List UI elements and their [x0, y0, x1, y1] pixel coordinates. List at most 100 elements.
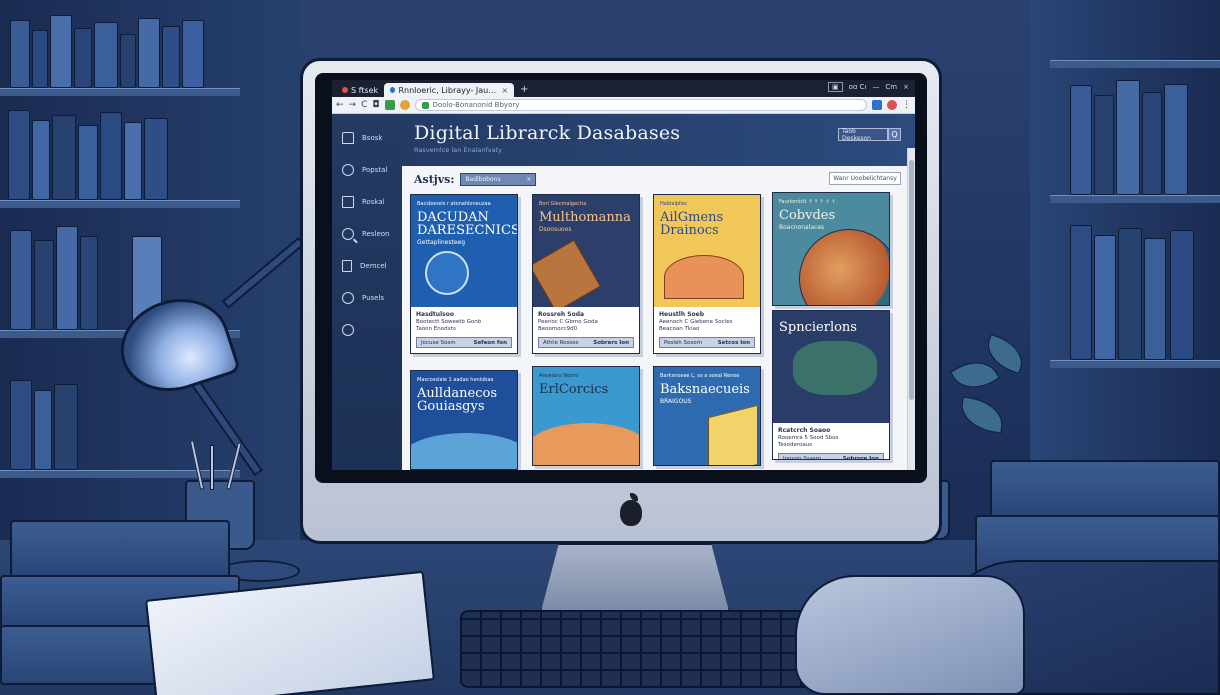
- page-subtitle: Rasvemlce lan Enalanfvaty: [414, 146, 502, 154]
- shelf: [0, 200, 240, 208]
- sidebar-item-research[interactable]: Resleon: [332, 218, 402, 250]
- help-icon: [342, 324, 354, 336]
- database-card[interactable]: Hablalpllsc AilGmens Drainocs Heustlh Soeb…: [653, 194, 761, 354]
- card-kicker: Faurlomiclt ↑ ↑ ↑ ↑ ↑: [779, 199, 836, 205]
- tab-inactive[interactable]: S ftsek: [336, 83, 384, 97]
- card-action-bar[interactable]: Jooyon Ssasm Sohrore Ion: [778, 453, 884, 460]
- book: [10, 20, 30, 88]
- new-tab-button[interactable]: +: [520, 84, 528, 95]
- tab-label: Rnnloeric, Librayy- Jaumbecsc: [398, 85, 498, 95]
- world-map-art: [793, 341, 877, 395]
- database-card[interactable]: Mascosslale 1 aadao heniobaa Aulldanecos …: [410, 370, 518, 470]
- user-hand: [795, 575, 1025, 695]
- minimize-button[interactable]: —: [872, 83, 879, 91]
- book: [1144, 238, 1166, 360]
- window-extra-icon[interactable]: ▣: [827, 82, 843, 92]
- page-content: Bsosk Popstal Roskal Resleon Demcel Puse…: [332, 114, 915, 470]
- window-menu-label[interactable]: Cm: [885, 83, 897, 91]
- book: [1170, 230, 1194, 360]
- sidebar-item-books[interactable]: Bsosk: [332, 122, 402, 154]
- card-action-bar[interactable]: Pesleh Sosom Setcos Ion: [659, 337, 755, 348]
- sidebar-item-history[interactable]: Pusels: [332, 282, 402, 314]
- search-input[interactable]: Taob Deskeson: [838, 128, 888, 142]
- reload-button[interactable]: C: [361, 100, 367, 110]
- card-cover: Spncierlons: [773, 311, 889, 423]
- tab-active[interactable]: Rnnloeric, Librayy- Jaumbecsc ×: [384, 83, 515, 97]
- card-open-button[interactable]: Sobrers Ion: [593, 340, 629, 346]
- card-access-link[interactable]: Pesleh Sosom: [664, 340, 702, 346]
- book: [10, 230, 32, 330]
- extension-icon[interactable]: [384, 100, 395, 110]
- database-card[interactable]: Spncierlons Rcatcrch Soaoo Rooemra 5 Sood …: [772, 310, 890, 460]
- card-meta-title: Heustlh Soeb: [659, 311, 705, 318]
- card-meta: Heustlh Soeb Aeenoch C Giebene Socles Beac…: [654, 307, 760, 337]
- card-meta-line: Taoon Enodxts: [416, 326, 456, 332]
- card-access-link[interactable]: Athte Rosses: [543, 340, 579, 346]
- card-cover: Barksnoeae L, so a soeal Renoe Baksnaecue…: [654, 367, 760, 465]
- clear-filter-icon[interactable]: ×: [526, 176, 531, 183]
- tab-favicon-icon: [390, 87, 396, 93]
- database-card[interactable]: Bacsbonels r atonahloneuzaa DACUDAN DARES…: [410, 194, 518, 354]
- wood-plank-art: [533, 239, 602, 307]
- scroll-thumb[interactable]: [909, 160, 914, 400]
- address-bar[interactable]: Doolo-Bonanonid Bbyory: [414, 99, 867, 111]
- database-card[interactable]: Arewlans NooreErlCorcicsSece Dosstoer365…: [532, 366, 640, 466]
- card-open-button[interactable]: Sohrore Ion: [843, 456, 879, 460]
- tab-favicon-icon: [342, 87, 348, 93]
- book: [1094, 95, 1114, 195]
- card-cover: Arewlans Noore ErlCorcics: [533, 367, 639, 465]
- card-meta-line: Beoomocc9d0: [538, 326, 578, 332]
- profile-icon[interactable]: [872, 100, 882, 110]
- book: [1118, 228, 1142, 360]
- back-button[interactable]: ←: [336, 100, 344, 110]
- card-action-bar[interactable]: Athte Rosses Sobrers Ion: [538, 337, 634, 348]
- database-card[interactable]: Barksnoeae L, so a soeal Renoe Baksnaecue…: [653, 366, 761, 466]
- book: [54, 384, 78, 470]
- home-button[interactable]: ◘: [372, 100, 379, 110]
- database-card[interactable]: Borl Glecmalgectia Multhomanna Dsoosuoos Ro…: [532, 194, 640, 354]
- card-access-link[interactable]: Jocuse Sosm: [421, 340, 456, 346]
- menu-dots-icon[interactable]: ⋮: [902, 100, 911, 110]
- card-open-button[interactable]: Setcos Ion: [718, 340, 750, 346]
- book: [124, 122, 142, 200]
- sidebar-item-rooms[interactable]: Roskal: [332, 186, 402, 218]
- card-title: ErlCorcics: [539, 382, 609, 397]
- map-art: [664, 255, 744, 299]
- shelf: [0, 88, 240, 96]
- filter-select[interactable]: Badlbobons ×: [460, 172, 537, 186]
- card-meta: Rcatcrch Soaoo Rooemra 5 Sood Sbos Tesoder…: [773, 423, 889, 453]
- home-icon: [342, 132, 354, 144]
- card-action-bar[interactable]: Jocuse Sosm Sefeon fon: [416, 337, 512, 348]
- database-card[interactable]: Faurlomiclt ↑ ↑ ↑ ↑ ↑ Cobvdes Boacnonalace…: [772, 192, 890, 306]
- card-cover: Borl Glecmalgectia Multhomanna Dsoosuoos: [533, 195, 639, 307]
- sidebar-item-portal[interactable]: Popstal: [332, 154, 402, 186]
- extension-icon[interactable]: [399, 100, 410, 110]
- close-window-button[interactable]: ×: [903, 83, 909, 91]
- browser-window: S ftsek Rnnloeric, Librayy- Jaumbecsc × …: [332, 80, 915, 470]
- card-meta-line: Beacoan Tkiao: [659, 326, 700, 332]
- book: [182, 20, 204, 88]
- window-extra-label[interactable]: oɑ Cı: [849, 83, 867, 91]
- search-button[interactable]: Q: [888, 128, 901, 141]
- sidebar-item-help[interactable]: [332, 314, 402, 346]
- extension-icon[interactable]: [887, 100, 897, 110]
- close-tab-icon[interactable]: ×: [501, 86, 508, 95]
- wave-art: [411, 433, 517, 469]
- sidebar-item-documents[interactable]: Demcel: [332, 250, 402, 282]
- apple-logo-icon: [620, 493, 642, 526]
- page-scrollbar[interactable]: [907, 148, 915, 470]
- page-title: Digital Librarck Dasabases: [414, 122, 681, 144]
- view-library-button[interactable]: Wanr Uoobelichtansy: [829, 172, 901, 185]
- search-icon: [342, 228, 354, 240]
- card-title: Cobvdes: [779, 208, 836, 223]
- tab-bar: S ftsek Rnnloeric, Librayy- Jaumbecsc × …: [332, 80, 915, 97]
- book: [32, 30, 48, 88]
- card-open-button[interactable]: Sefeon fon: [473, 340, 507, 346]
- forward-button[interactable]: →: [349, 100, 357, 110]
- shelf: [1050, 360, 1220, 368]
- card-kicker: Bacsbonels r atonahloneuzaa: [417, 201, 491, 207]
- card-title: DACUDAN DARESECNICS: [417, 210, 517, 238]
- card-access-link[interactable]: Jooyon Ssasm: [783, 456, 821, 460]
- sidebar: Bsosk Popstal Roskal Resleon Demcel Puse…: [332, 114, 402, 470]
- lock-icon: [421, 101, 429, 109]
